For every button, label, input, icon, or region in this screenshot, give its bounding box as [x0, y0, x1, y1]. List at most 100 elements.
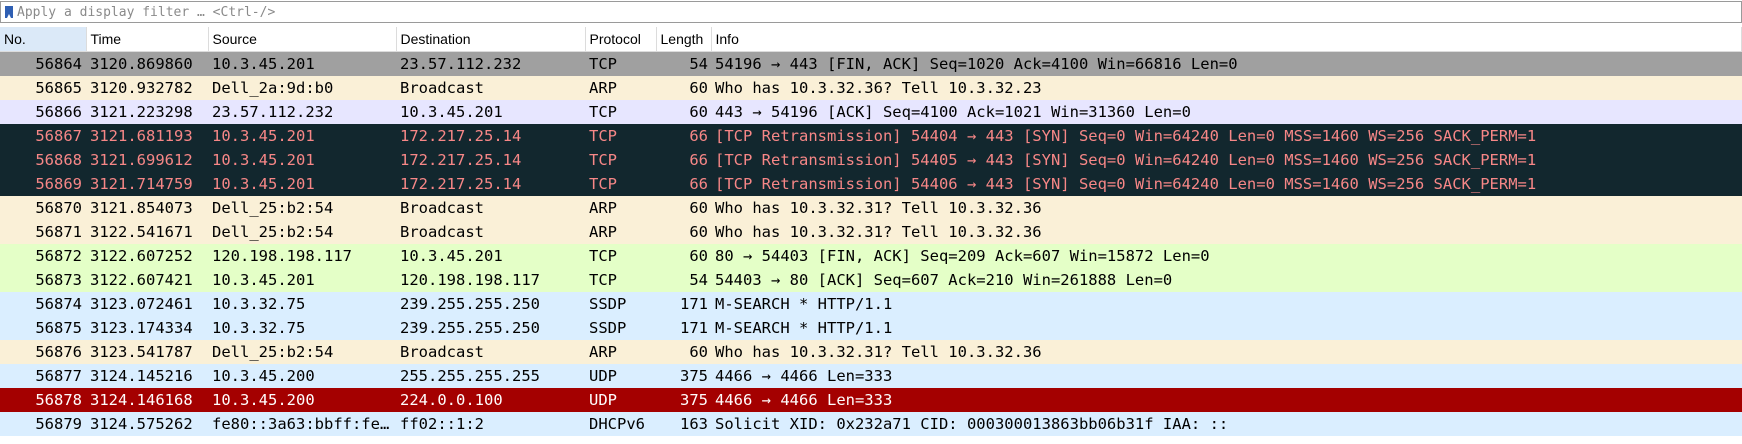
- packet-time-cell: 3123.072461: [90, 295, 193, 313]
- column-header-info[interactable]: Info: [711, 27, 1742, 52]
- packet-row[interactable]: 56872 3122.607252 120.198.198.117 10.3.45.2…: [0, 244, 1742, 268]
- packet-length-cell: 60: [689, 343, 708, 361]
- packet-protocol-cell: TCP: [589, 55, 617, 73]
- packet-row[interactable]: 56879 3124.575262 fe80::3a63:bbff:fe0… ff02…: [0, 412, 1742, 436]
- packet-destination-cell: 239.255.255.250: [400, 295, 540, 313]
- packet-info-cell: 443 → 54196 [ACK] Seq=4100 Ack=1021 Win=…: [715, 103, 1191, 121]
- packet-length-cell: 163: [680, 415, 708, 433]
- packet-length-cell: 66: [689, 175, 708, 193]
- packet-row[interactable]: 56871 3122.541671 Dell_25:b2:54 Broadcast AR…: [0, 220, 1742, 244]
- packet-no-cell: 56868: [35, 151, 82, 169]
- packet-source-cell: fe80::3a63:bbff:fe0…: [212, 415, 396, 433]
- packet-info-cell: [TCP Retransmission] 54405 → 443 [SYN] S…: [715, 151, 1537, 169]
- column-header-source[interactable]: Source: [208, 27, 397, 52]
- packet-source-cell: Dell_2a:9d:b0: [212, 79, 334, 97]
- column-header-destination[interactable]: Destination: [396, 27, 586, 52]
- packet-protocol-cell: TCP: [589, 247, 617, 265]
- bookmark-icon[interactable]: [5, 6, 13, 18]
- packet-destination-cell: Broadcast: [400, 223, 484, 241]
- packet-row[interactable]: 56877 3124.145216 10.3.45.200 255.255.255.2…: [0, 364, 1742, 388]
- packet-protocol-cell: TCP: [589, 127, 617, 145]
- packet-time-cell: 3123.541787: [90, 343, 193, 361]
- column-header-row: No. Time Source Destination Protocol Len…: [0, 27, 1742, 52]
- packet-row[interactable]: 56875 3123.174334 10.3.32.75 239.255.255.25…: [0, 316, 1742, 340]
- packet-source-cell: 10.3.32.75: [212, 295, 306, 313]
- packet-source-cell: Dell_25:b2:54: [212, 199, 334, 217]
- packet-row[interactable]: 56868 3121.699612 10.3.45.201 172.217.25.14…: [0, 148, 1742, 172]
- packet-info-cell: M-SEARCH * HTTP/1.1: [715, 319, 893, 337]
- packet-protocol-cell: TCP: [589, 103, 617, 121]
- packet-no-cell: 56865: [35, 79, 82, 97]
- packet-length-cell: 66: [689, 127, 708, 145]
- packet-source-cell: Dell_25:b2:54: [212, 223, 334, 241]
- packet-protocol-cell: TCP: [589, 271, 617, 289]
- packet-length-cell: 60: [689, 199, 708, 217]
- packet-protocol-cell: TCP: [589, 151, 617, 169]
- packet-length-cell: 54: [689, 271, 708, 289]
- packet-destination-cell: 10.3.45.201: [400, 247, 503, 265]
- packet-info-cell: M-SEARCH * HTTP/1.1: [715, 295, 893, 313]
- packet-protocol-cell: ARP: [589, 343, 617, 361]
- packet-length-cell: 375: [680, 391, 708, 409]
- packet-length-cell: 171: [680, 319, 708, 337]
- packet-row[interactable]: 56866 3121.223298 23.57.112.232 10.3.45.201…: [0, 100, 1742, 124]
- packet-no-cell: 56869: [35, 175, 82, 193]
- packet-source-cell: 10.3.45.201: [212, 127, 315, 145]
- display-filter-input[interactable]: [17, 3, 1741, 21]
- display-filter-bar: [0, 1, 1742, 23]
- packet-row[interactable]: 56869 3121.714759 10.3.45.201 172.217.25.14…: [0, 172, 1742, 196]
- packet-no-cell: 56876: [35, 343, 82, 361]
- packet-list: No. Time Source Destination Protocol Len…: [0, 27, 1742, 436]
- packet-source-cell: 10.3.45.200: [212, 391, 315, 409]
- packet-row[interactable]: 56878 3124.146168 10.3.45.200 224.0.0.100 UD…: [0, 388, 1742, 412]
- column-header-time[interactable]: Time: [86, 27, 209, 52]
- packet-length-cell: 66: [689, 151, 708, 169]
- packet-destination-cell: 172.217.25.14: [400, 127, 522, 145]
- packet-row[interactable]: 56876 3123.541787 Dell_25:b2:54 Broadcast AR…: [0, 340, 1742, 364]
- packet-source-cell: 10.3.45.201: [212, 151, 315, 169]
- packet-protocol-cell: ARP: [589, 199, 617, 217]
- packet-source-cell: 10.3.32.75: [212, 319, 306, 337]
- column-header-no[interactable]: No.: [0, 27, 87, 52]
- packet-row[interactable]: 56870 3121.854073 Dell_25:b2:54 Broadcast AR…: [0, 196, 1742, 220]
- packet-time-cell: 3120.869860: [90, 55, 193, 73]
- packet-protocol-cell: SSDP: [589, 295, 627, 313]
- packet-time-cell: 3121.854073: [90, 199, 193, 217]
- packet-row[interactable]: 56873 3122.607421 10.3.45.201 120.198.198.1…: [0, 268, 1742, 292]
- packet-destination-cell: 239.255.255.250: [400, 319, 540, 337]
- packet-protocol-cell: TCP: [589, 175, 617, 193]
- packet-time-cell: 3122.541671: [90, 223, 193, 241]
- packet-row[interactable]: 56865 3120.932782 Dell_2a:9d:b0 Broadcast AR…: [0, 76, 1742, 100]
- packet-length-cell: 60: [689, 79, 708, 97]
- packet-row[interactable]: 56874 3123.072461 10.3.32.75 239.255.255.25…: [0, 292, 1742, 316]
- packet-info-cell: 4466 → 4466 Len=333: [715, 367, 893, 385]
- packet-no-cell: 56873: [35, 271, 82, 289]
- packet-time-cell: 3121.699612: [90, 151, 193, 169]
- packet-protocol-cell: SSDP: [589, 319, 627, 337]
- packet-info-cell: Who has 10.3.32.31? Tell 10.3.32.36: [715, 343, 1042, 361]
- column-header-length[interactable]: Length: [656, 27, 712, 52]
- packet-time-cell: 3121.714759: [90, 175, 193, 193]
- packet-length-cell: 54: [689, 55, 708, 73]
- packet-info-cell: Who has 10.3.32.31? Tell 10.3.32.36: [715, 199, 1042, 217]
- packet-source-cell: 10.3.45.201: [212, 271, 315, 289]
- packet-row[interactable]: 56864 3120.869860 10.3.45.201 23.57.112.232…: [0, 51, 1742, 76]
- packet-no-cell: 56879: [35, 415, 82, 433]
- packet-destination-cell: 120.198.198.117: [400, 271, 540, 289]
- packet-time-cell: 3121.681193: [90, 127, 193, 145]
- packet-no-cell: 56874: [35, 295, 82, 313]
- packet-row[interactable]: 56867 3121.681193 10.3.45.201 172.217.25.14…: [0, 124, 1742, 148]
- packet-destination-cell: 172.217.25.14: [400, 175, 522, 193]
- packet-protocol-cell: UDP: [589, 367, 617, 385]
- packet-protocol-cell: DHCPv6: [589, 415, 645, 433]
- packet-source-cell: 10.3.45.201: [212, 175, 315, 193]
- packet-destination-cell: 23.57.112.232: [400, 55, 522, 73]
- packet-destination-cell: Broadcast: [400, 199, 484, 217]
- column-header-protocol[interactable]: Protocol: [585, 27, 657, 52]
- packet-length-cell: 60: [689, 103, 708, 121]
- packet-no-cell: 56877: [35, 367, 82, 385]
- packet-time-cell: 3122.607252: [90, 247, 193, 265]
- packet-time-cell: 3122.607421: [90, 271, 193, 289]
- packet-info-cell: Solicit XID: 0x232a71 CID: 000300013863b…: [715, 415, 1229, 433]
- packet-info-cell: Who has 10.3.32.31? Tell 10.3.32.36: [715, 223, 1042, 241]
